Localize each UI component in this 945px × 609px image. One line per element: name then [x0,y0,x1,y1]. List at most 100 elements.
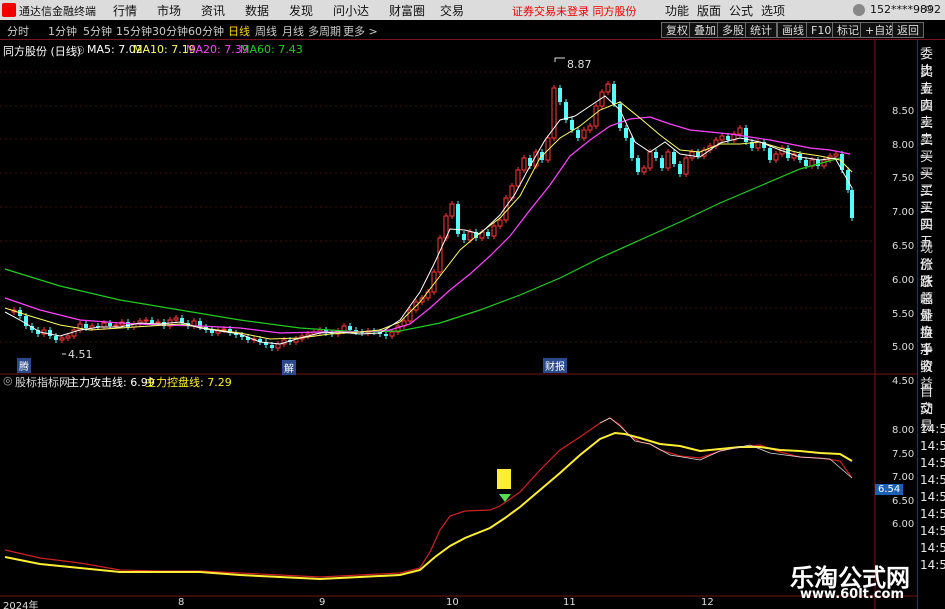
candle [84,324,88,328]
candle [726,136,730,140]
ma60-label: MA60: 7.43 [240,43,303,56]
period-monthly[interactable]: 月线 [282,23,304,39]
menu-bar: 通达信金融终端 行情 市场 资讯 数据 发现 问小达 财富圈 交易 证券交易未登… [0,0,945,20]
quote-side-panel: 委比 卖五 卖四 卖三 卖二 卖一 买一 买二 买三 买四 买五 现价 涨跌 涨… [917,40,945,609]
watermark-url: www.60lt.com [800,587,905,602]
candle [683,157,689,175]
candle [467,231,473,241]
period-tick[interactable]: 分时 [7,23,29,39]
candle [449,203,455,217]
candle [618,104,622,128]
candle [515,169,521,187]
menu-item-quotes[interactable]: 行情 [113,2,137,19]
sub-tick: 6.50 [892,496,915,507]
period-5min[interactable]: 5分钟 [83,23,112,39]
candle [689,151,695,159]
candle [113,324,119,327]
time-stamp: 14:56 [920,558,945,572]
high-label: 8.87 [567,58,592,71]
menu-item-data[interactable]: 数据 [245,2,269,19]
candle [660,158,664,168]
candle [486,232,490,236]
menu-item-discover[interactable]: 发现 [289,2,313,19]
time-stamp: 14:56 [920,473,945,487]
candle [528,158,532,166]
candle [833,153,839,157]
menu-item-news[interactable]: 资讯 [201,2,225,19]
date-tick: 8 [178,597,185,608]
app-title: 通达信金融终端 [19,5,96,18]
period-60min[interactable]: 60分钟 [188,23,224,39]
menu-item-function[interactable]: 功能 [665,2,689,19]
period-multi[interactable]: 多周期 [308,23,341,39]
candle [678,164,682,174]
indicator-icon[interactable]: ◎ [3,374,13,387]
candle [737,127,743,135]
period-toolbar: 分时 1分钟 5分钟 15分钟 30分钟 60分钟 日线 周线 月线 多周期 更… [0,20,945,40]
time-stamp: 14:56 [920,456,945,470]
candle [564,102,568,120]
period-more[interactable]: 更多 > [343,23,378,39]
menu-item-layout[interactable]: 版面 [697,2,721,19]
low-label: 4.51 [68,348,93,361]
expand-icon[interactable]: ◎ [75,43,85,56]
period-weekly[interactable]: 周线 [255,23,277,39]
candle [101,322,107,328]
time-stamp: 14:56 [920,507,945,521]
event-marker[interactable]: 解 [282,360,296,375]
draw-line-button[interactable]: 画线 [777,22,809,38]
price-tick: 4.50 [892,376,915,387]
candle [624,128,628,138]
time-stamp: 14:56 [920,524,945,538]
date-tick: 9 [319,597,326,608]
attack-line-label: 主力攻击线: 6.99 [68,376,155,389]
candle [593,105,599,127]
back-button[interactable]: 返回 [892,22,924,38]
candle [270,345,274,348]
candle [275,343,281,349]
candle [491,225,497,237]
stock-title: 同方股份 (日线) [3,45,82,58]
sub-tick: 8.00 [892,425,915,436]
menu-item-formula[interactable]: 公式 [729,2,753,19]
candle [155,321,161,324]
candle [348,326,352,330]
menu-item-ask[interactable]: 问小达 [333,2,369,19]
candle [221,328,227,331]
candle [462,234,466,240]
candle [816,160,820,166]
login-warning: 证券交易未登录 同方股份 [512,5,637,18]
menu-item-trade[interactable]: 交易 [440,2,464,19]
event-marker[interactable]: 财报 [543,358,567,373]
candle [59,337,65,341]
current-value-badge: 6.54 [875,484,904,495]
candle [150,320,154,323]
candle [672,152,676,164]
date-tick: 10 [446,597,459,608]
window-controls-icon[interactable] [920,3,932,15]
statistics-button[interactable]: 统计 [745,22,777,38]
period-15min[interactable]: 15分钟 [116,23,152,39]
candle [605,83,611,93]
candle [768,148,772,160]
candle [576,130,580,138]
period-daily[interactable]: 日线 [228,23,250,39]
menu-item-wealth[interactable]: 财富圈 [389,2,425,19]
avatar[interactable] [853,4,865,16]
kline-chart[interactable] [0,40,917,609]
time-stamp: 14:56 [920,422,945,436]
time-stamp: 14:56 [920,541,945,555]
candle [497,219,503,227]
menu-item-market[interactable]: 市场 [157,2,181,19]
candle [755,141,761,149]
period-1min[interactable]: 1分钟 [48,23,77,39]
event-marker[interactable]: 腾 [17,358,31,373]
price-tick: 6.00 [892,275,915,286]
price-tick: 7.50 [892,173,915,184]
price-tick: 8.50 [892,106,915,117]
candle [850,190,854,218]
candle [581,129,587,139]
menu-item-options[interactable]: 选项 [761,2,785,19]
period-30min[interactable]: 30分钟 [152,23,188,39]
candle [65,335,71,339]
